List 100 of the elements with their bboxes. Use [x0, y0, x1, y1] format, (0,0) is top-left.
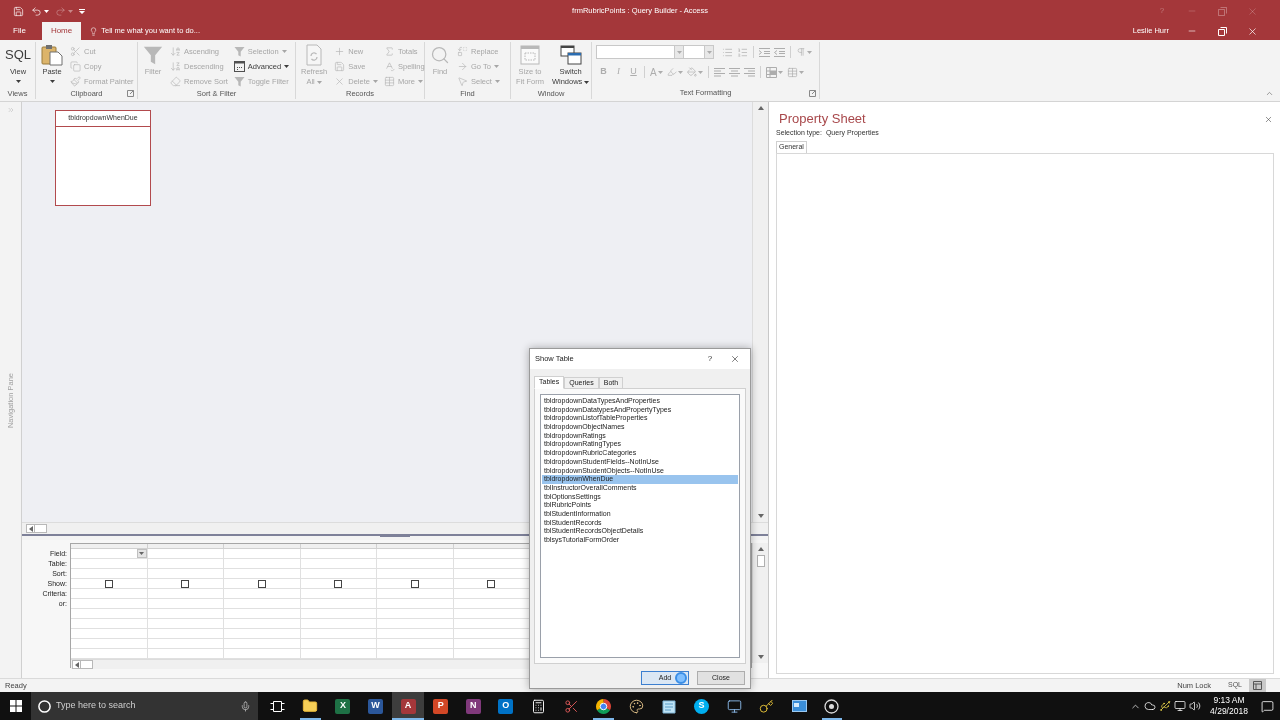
- scroll-left-icon[interactable]: [74, 661, 79, 668]
- scroll-left-icon[interactable]: [28, 525, 33, 532]
- vertical-scrollbar[interactable]: [752, 543, 768, 663]
- grid-cell[interactable]: [147, 569, 224, 579]
- cloud-icon[interactable]: [1144, 700, 1156, 712]
- usb-icon[interactable]: [1159, 700, 1171, 712]
- property-sheet-title: Property Sheet: [778, 110, 866, 127]
- help-button[interactable]: ?: [700, 351, 720, 367]
- grid-cell[interactable]: [147, 549, 224, 559]
- grid-cell[interactable]: [377, 549, 454, 559]
- grid-cell[interactable]: [71, 589, 148, 599]
- grid-cell[interactable]: [147, 629, 224, 639]
- show-checkbox[interactable]: [410, 579, 419, 588]
- grid-cell[interactable]: [224, 559, 301, 569]
- grid-cell[interactable]: [377, 629, 454, 639]
- scissors-icon: [70, 46, 81, 57]
- letter-tile-icon: P: [433, 698, 449, 714]
- quick-save-button[interactable]: [11, 4, 25, 18]
- grid-cell[interactable]: [224, 629, 301, 639]
- taskbar-app-button[interactable]: W: [359, 692, 392, 720]
- show-checkbox[interactable]: [257, 579, 266, 588]
- grid-cell[interactable]: [300, 589, 377, 599]
- gridlines-icon: [786, 66, 798, 78]
- taskbar-app-button[interactable]: O: [489, 692, 523, 720]
- undo-button[interactable]: [31, 4, 49, 18]
- scrollbar-thumb[interactable]: [81, 660, 93, 669]
- grid-cell[interactable]: [377, 559, 454, 569]
- grid-cell[interactable]: [224, 589, 301, 599]
- design-view-switch[interactable]: [1249, 679, 1266, 692]
- double-chevron-icon[interactable]: [6, 106, 15, 114]
- dialog-launcher-icon[interactable]: [127, 90, 134, 97]
- scrollbar-thumb[interactable]: [35, 524, 47, 533]
- show-checkbox[interactable]: [181, 579, 190, 588]
- grid-cell[interactable]: [300, 549, 377, 559]
- restore-icon: [1217, 6, 1227, 16]
- column-selector[interactable]: [377, 544, 454, 549]
- scrollbar-thumb[interactable]: [756, 555, 765, 567]
- grid-cell[interactable]: [224, 609, 301, 619]
- grid-cell[interactable]: [224, 619, 301, 629]
- search-box[interactable]: Type here to search: [31, 692, 258, 720]
- scroll-down-icon[interactable]: [757, 514, 764, 518]
- grid-cell[interactable]: [71, 569, 148, 579]
- clock-button[interactable]: 9:13 AM 4/29/2018: [1204, 695, 1254, 717]
- grid-cell[interactable]: [147, 639, 224, 649]
- grid-cell[interactable]: [224, 599, 301, 609]
- grid-cell[interactable]: [71, 639, 148, 649]
- ribbon-tab[interactable]: File: [4, 22, 35, 40]
- grid-cell[interactable]: [224, 639, 301, 649]
- column-selector[interactable]: [224, 544, 301, 549]
- scroll-up-icon[interactable]: [757, 106, 764, 110]
- show-checkbox[interactable]: [487, 579, 496, 588]
- grid-cell[interactable]: [147, 599, 224, 609]
- grid-cell[interactable]: [377, 609, 454, 619]
- grid-cell[interactable]: [377, 619, 454, 629]
- grid-cell[interactable]: [300, 559, 377, 569]
- column-selector[interactable]: [300, 544, 377, 549]
- grid-cell[interactable]: [71, 549, 148, 559]
- grid-cell[interactable]: [71, 559, 148, 569]
- grid-cell[interactable]: [300, 609, 377, 619]
- network-icon[interactable]: [1174, 700, 1186, 712]
- ribbon-tab[interactable]: Home: [41, 22, 82, 40]
- speaker-icon[interactable]: [1189, 700, 1201, 712]
- grid-cell[interactable]: [300, 629, 377, 639]
- search-field[interactable]: Type here to search: [56, 699, 235, 713]
- column-selector[interactable]: [453, 544, 530, 549]
- grid-cell[interactable]: [377, 589, 454, 599]
- taskbar-app-button[interactable]: P: [424, 692, 457, 720]
- grid-cell[interactable]: [71, 609, 148, 619]
- scroll-up-icon[interactable]: [757, 547, 764, 551]
- grid-cell[interactable]: [224, 569, 301, 579]
- show-checkbox[interactable]: [104, 579, 113, 588]
- grid-cell[interactable]: [147, 619, 224, 629]
- grid-cell[interactable]: [147, 589, 224, 599]
- taskbar-app-button[interactable]: X: [326, 692, 360, 720]
- grid-cell[interactable]: [71, 619, 148, 629]
- grid-cell[interactable]: [300, 569, 377, 579]
- grid-cell[interactable]: [147, 609, 224, 619]
- grid-cell[interactable]: [224, 579, 301, 589]
- grid-cell[interactable]: [300, 599, 377, 609]
- grid-cell[interactable]: [377, 639, 454, 649]
- grid-cell[interactable]: [377, 599, 454, 609]
- show-checkbox[interactable]: [334, 579, 343, 588]
- grid-cell[interactable]: [147, 579, 224, 589]
- grid-cell[interactable]: [71, 579, 148, 589]
- grid-cell[interactable]: [300, 579, 377, 589]
- grid-cell[interactable]: [300, 619, 377, 629]
- grid-cell[interactable]: [300, 639, 377, 649]
- grid-cell[interactable]: [224, 549, 301, 559]
- grid-cell[interactable]: [377, 569, 454, 579]
- microphone-icon[interactable]: [240, 700, 251, 712]
- collapse-ribbon-icon[interactable]: [1265, 89, 1274, 98]
- grid-cell[interactable]: [71, 629, 148, 639]
- grid-cell[interactable]: [147, 559, 224, 569]
- scroll-down-icon[interactable]: [757, 655, 764, 659]
- taskbar-app-button[interactable]: N: [456, 692, 490, 720]
- dropdown-button[interactable]: [136, 549, 147, 558]
- notification-icon[interactable]: [1261, 699, 1274, 713]
- grid-cell[interactable]: [377, 579, 454, 589]
- taskbar-app-button[interactable]: A: [391, 692, 425, 720]
- grid-cell[interactable]: [71, 599, 148, 609]
